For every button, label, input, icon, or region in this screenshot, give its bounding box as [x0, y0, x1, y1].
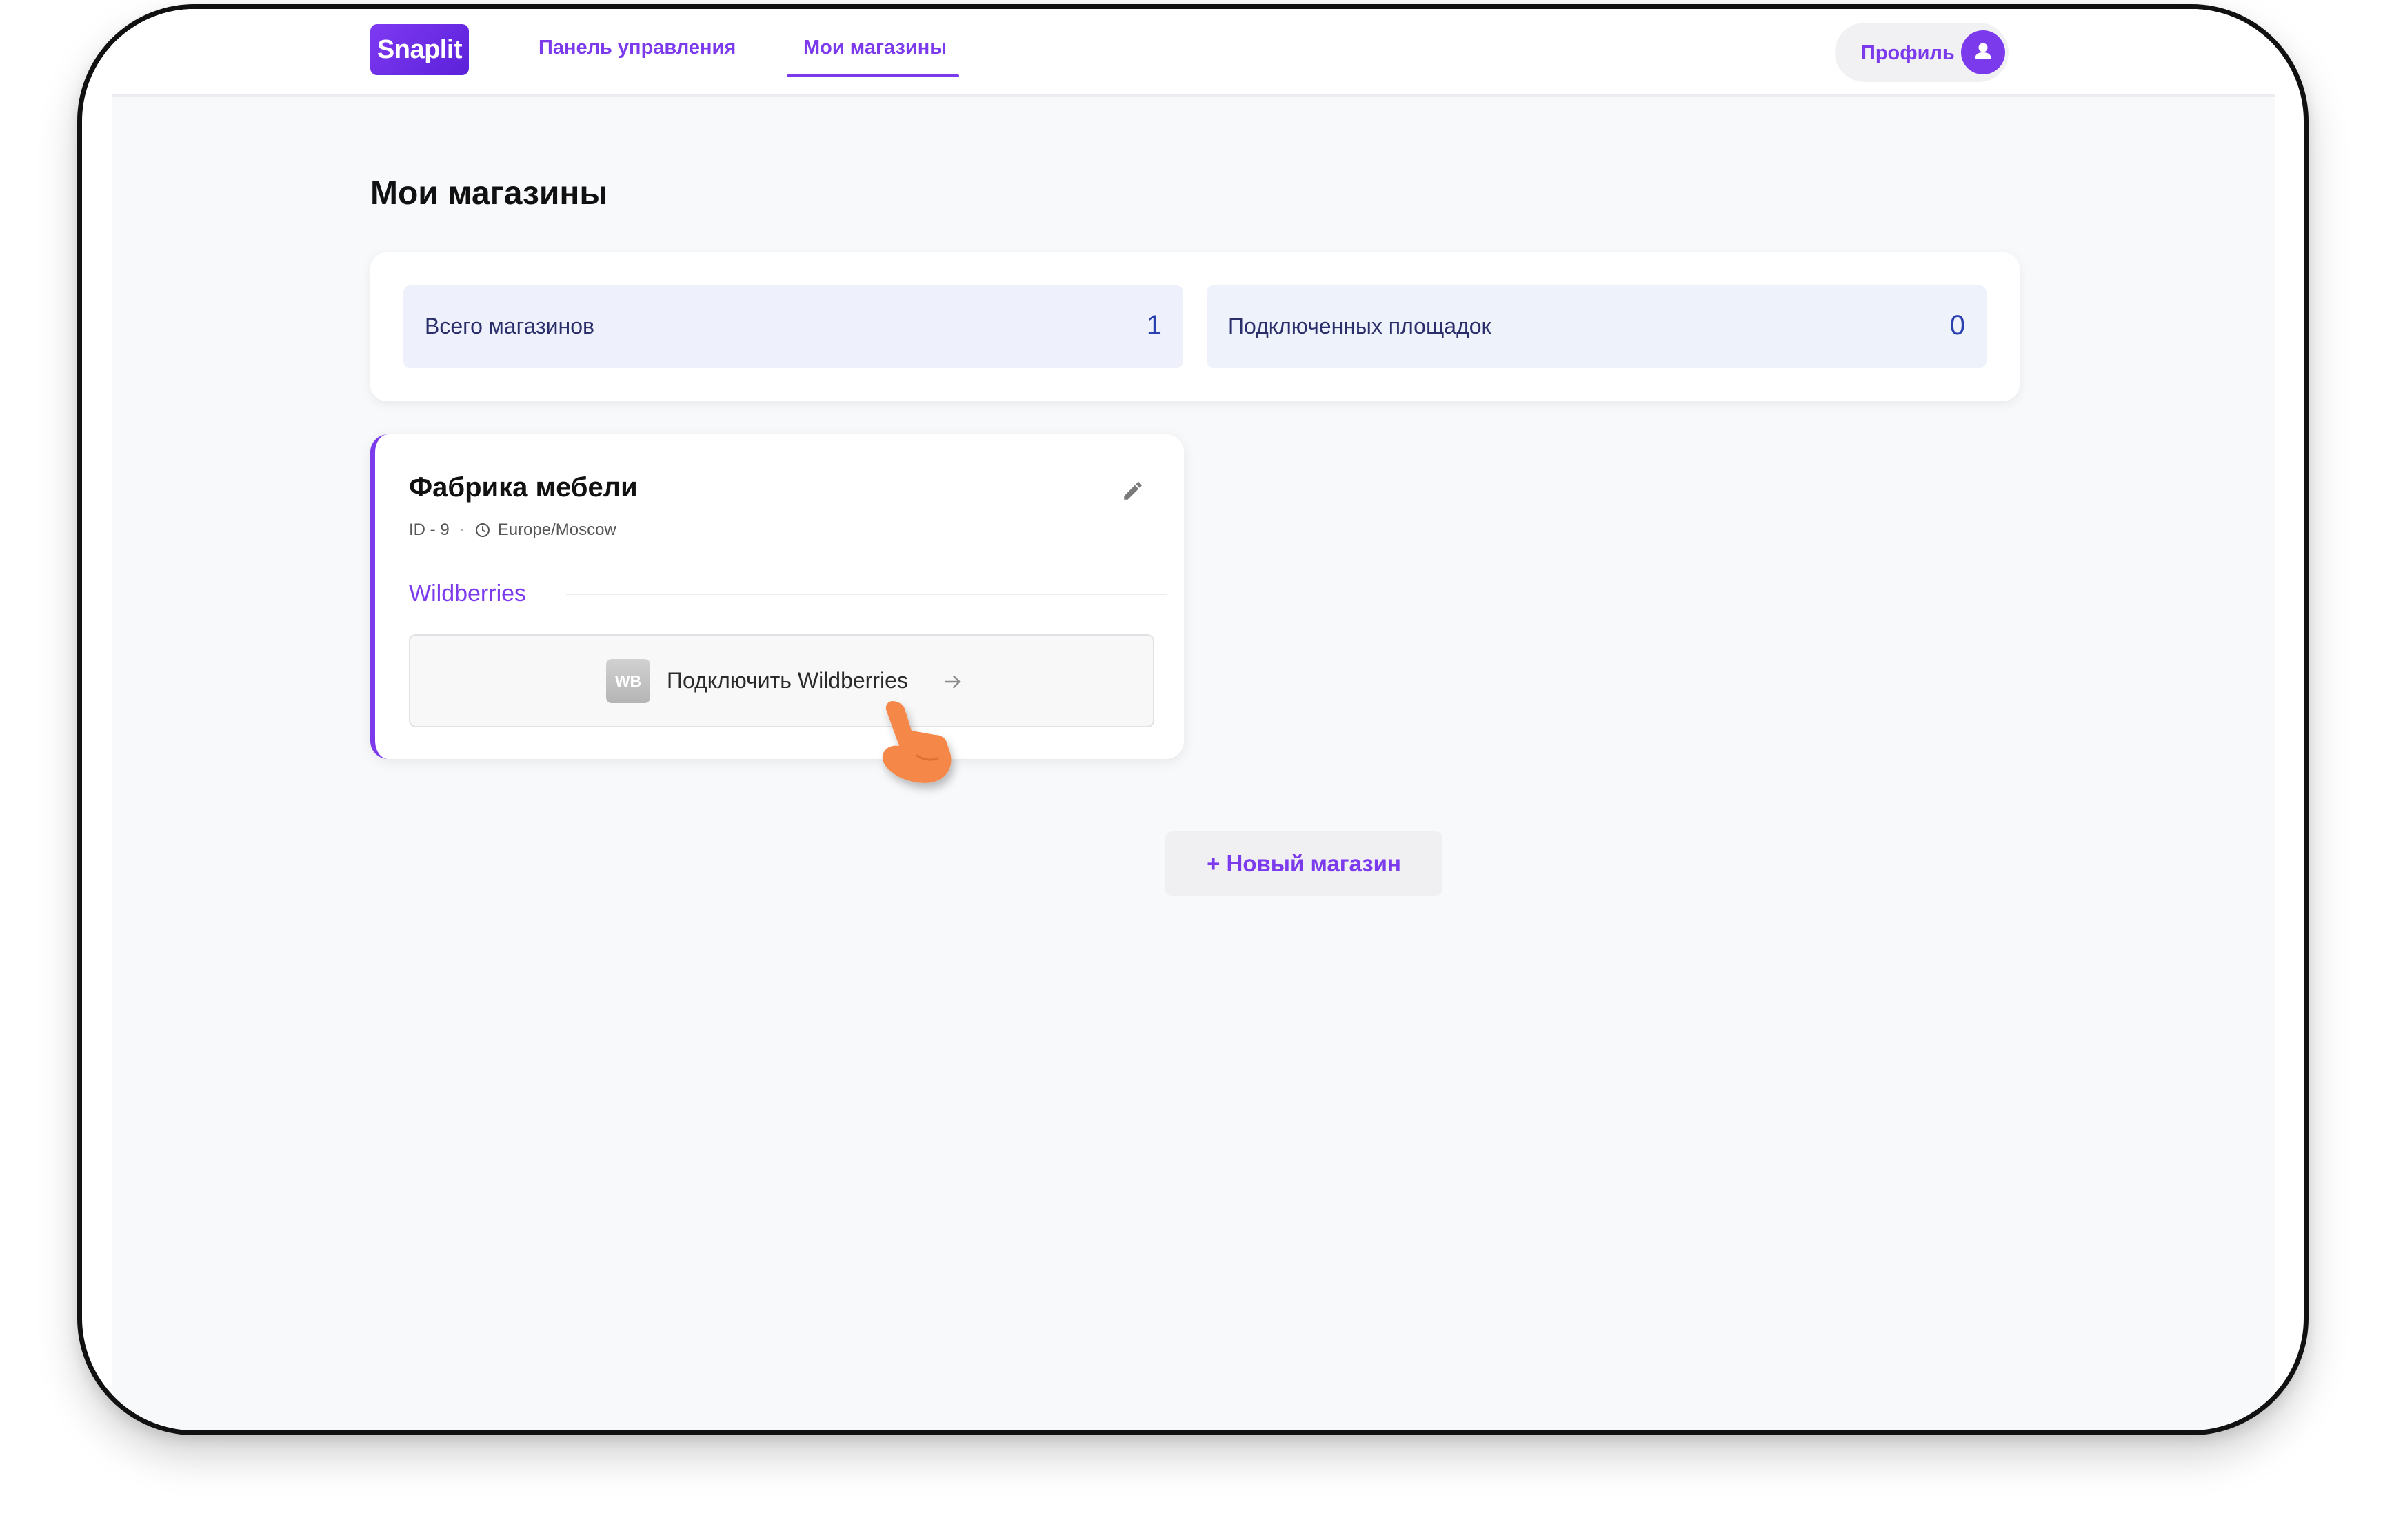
stat-label: Всего магазинов [425, 314, 595, 338]
new-shop-button[interactable]: + Новый магазин [1165, 831, 1442, 896]
shop-meta: ID - 9 · Europe/Moscow [409, 520, 616, 540]
shop-id: ID - 9 [409, 520, 450, 539]
app-logo[interactable]: Snaplit [370, 24, 469, 75]
profile-label: Профиль [1861, 42, 1955, 64]
shop-name: Фабрика мебели [409, 472, 638, 503]
stat-label: Подключенных площадок [1228, 314, 1491, 338]
clock-icon [475, 523, 490, 537]
nav-link-my-shops[interactable]: Мои магазины [803, 37, 947, 59]
meta-separator: · [459, 520, 465, 539]
pointer-hand-icon [882, 700, 952, 783]
nav-link-dashboard[interactable]: Панель управления [539, 37, 736, 59]
stats-card: Всего магазинов 1 Подключенных площадок … [370, 252, 2020, 401]
device-frame: Snaplit Панель управления Мои магазины П… [77, 4, 2309, 1435]
stat-value: 0 [1949, 310, 1965, 341]
marketplace-label: Wildberries [409, 580, 527, 607]
user-icon [1975, 43, 1991, 59]
page-title: Мои магазины [370, 175, 608, 212]
app-screen: Snaplit Панель управления Мои магазины П… [112, 9, 2275, 1430]
profile-button[interactable]: Профиль [1835, 23, 2009, 82]
section-divider [566, 594, 1167, 595]
active-nav-indicator [787, 74, 959, 77]
stat-connected-platforms: Подключенных площадок 0 [1207, 285, 1987, 368]
pencil-icon[interactable] [1121, 479, 1145, 503]
shop-timezone: Europe/Moscow [497, 520, 616, 539]
shop-card: Фабрика мебели ID - 9 · Europe/Moscow Wi… [370, 434, 1184, 759]
connect-wildberries-button[interactable]: WB Подключить Wildberries [409, 634, 1154, 727]
user-avatar [1961, 30, 2005, 74]
stat-value: 1 [1146, 310, 1162, 341]
wildberries-logo-icon: WB [606, 659, 650, 703]
stat-total-shops: Всего магазинов 1 [403, 285, 1183, 368]
top-navigation-bar: Snaplit Панель управления Мои магазины П… [112, 9, 2275, 97]
